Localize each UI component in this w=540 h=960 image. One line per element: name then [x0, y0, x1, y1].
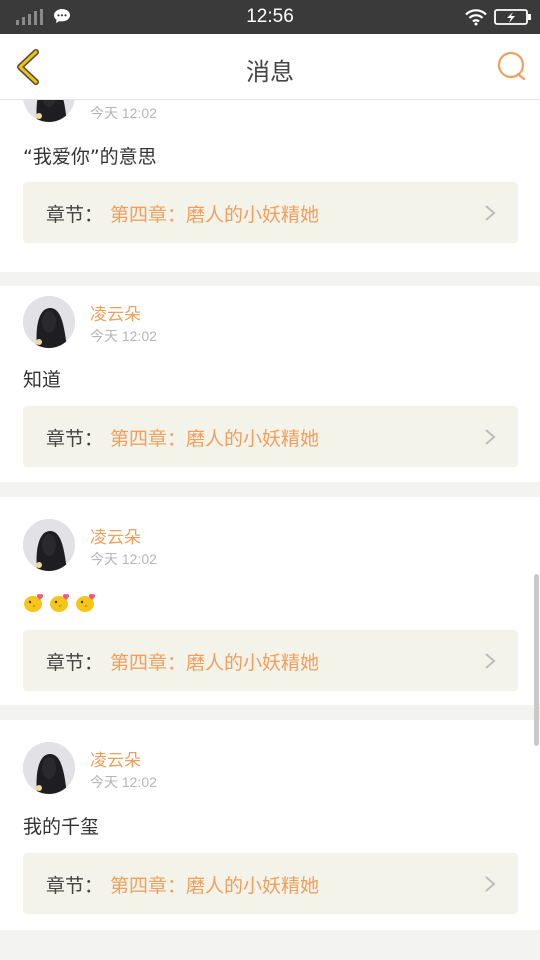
message-content: 知道	[23, 369, 62, 391]
chapter-title: 第四章：磨人的小妖精她	[110, 428, 320, 450]
status-time: 12:56	[246, 6, 294, 27]
battery-charging-icon	[494, 9, 531, 25]
avatar[interactable]	[23, 519, 75, 571]
avatar[interactable]	[23, 100, 75, 122]
avatar[interactable]	[23, 742, 75, 794]
top-nav-bar: 消息	[0, 34, 540, 100]
wifi-icon	[465, 9, 487, 26]
message-card: 凌云朵 今天 12:02 章节： 第四章：磨人的小妖精她	[0, 497, 540, 705]
username[interactable]: 凌云朵	[90, 300, 141, 325]
chapter-title: 第四章：磨人的小妖精她	[110, 875, 320, 897]
message-card: 今天 12:02 “我爱你”的意思 章节： 第四章：磨人的小妖精她	[0, 100, 540, 272]
username[interactable]: 凌云朵	[90, 523, 141, 548]
avatar[interactable]	[23, 296, 75, 348]
chapter-link[interactable]: 章节： 第四章：磨人的小妖精她	[23, 406, 518, 467]
chevron-right-icon	[485, 876, 496, 892]
message-content: “我爱你”的意思	[23, 146, 157, 168]
chevron-right-icon	[485, 429, 496, 445]
chevron-right-icon	[485, 205, 496, 221]
chick-kiss-emoji-icon	[50, 594, 70, 612]
chapter-label: 章节：	[46, 652, 104, 674]
chapter-link[interactable]: 章节： 第四章：磨人的小妖精她	[23, 853, 518, 914]
message-card: 凌云朵 今天 12:02 知道 章节： 第四章：磨人的小妖精她	[0, 286, 540, 482]
chapter-title: 第四章：磨人的小妖精她	[110, 204, 320, 226]
chapter-link[interactable]: 章节： 第四章：磨人的小妖精她	[23, 182, 518, 243]
chapter-label: 章节：	[46, 204, 104, 226]
search-icon[interactable]	[496, 50, 528, 82]
message-time: 今天 12:02	[90, 774, 157, 790]
message-content: 我的千玺	[23, 816, 100, 838]
chick-kiss-emoji-icon	[76, 594, 96, 612]
status-bar: 12:56	[0, 0, 540, 34]
scrollbar[interactable]	[534, 574, 539, 746]
chapter-link[interactable]: 章节： 第四章：磨人的小妖精她	[23, 630, 518, 691]
message-time: 今天 12:02	[90, 551, 157, 567]
chapter-label: 章节：	[46, 428, 104, 450]
chick-kiss-emoji-icon	[24, 594, 44, 612]
page-title: 消息	[246, 58, 294, 86]
message-list[interactable]: 今天 12:02 “我爱你”的意思 章节： 第四章：磨人的小妖精她 凌云朵 今天…	[0, 100, 540, 960]
message-card: 凌云朵 今天 12:02 我的千玺 章节： 第四章：磨人的小妖精她	[0, 720, 540, 930]
chapter-title: 第四章：磨人的小妖精她	[110, 652, 320, 674]
message-time: 今天 12:02	[90, 328, 157, 344]
username[interactable]: 凌云朵	[90, 746, 141, 771]
emoji-row	[23, 591, 97, 613]
message-time: 今天 12:02	[90, 105, 157, 121]
chapter-label: 章节：	[46, 875, 104, 897]
chevron-right-icon	[485, 653, 496, 669]
